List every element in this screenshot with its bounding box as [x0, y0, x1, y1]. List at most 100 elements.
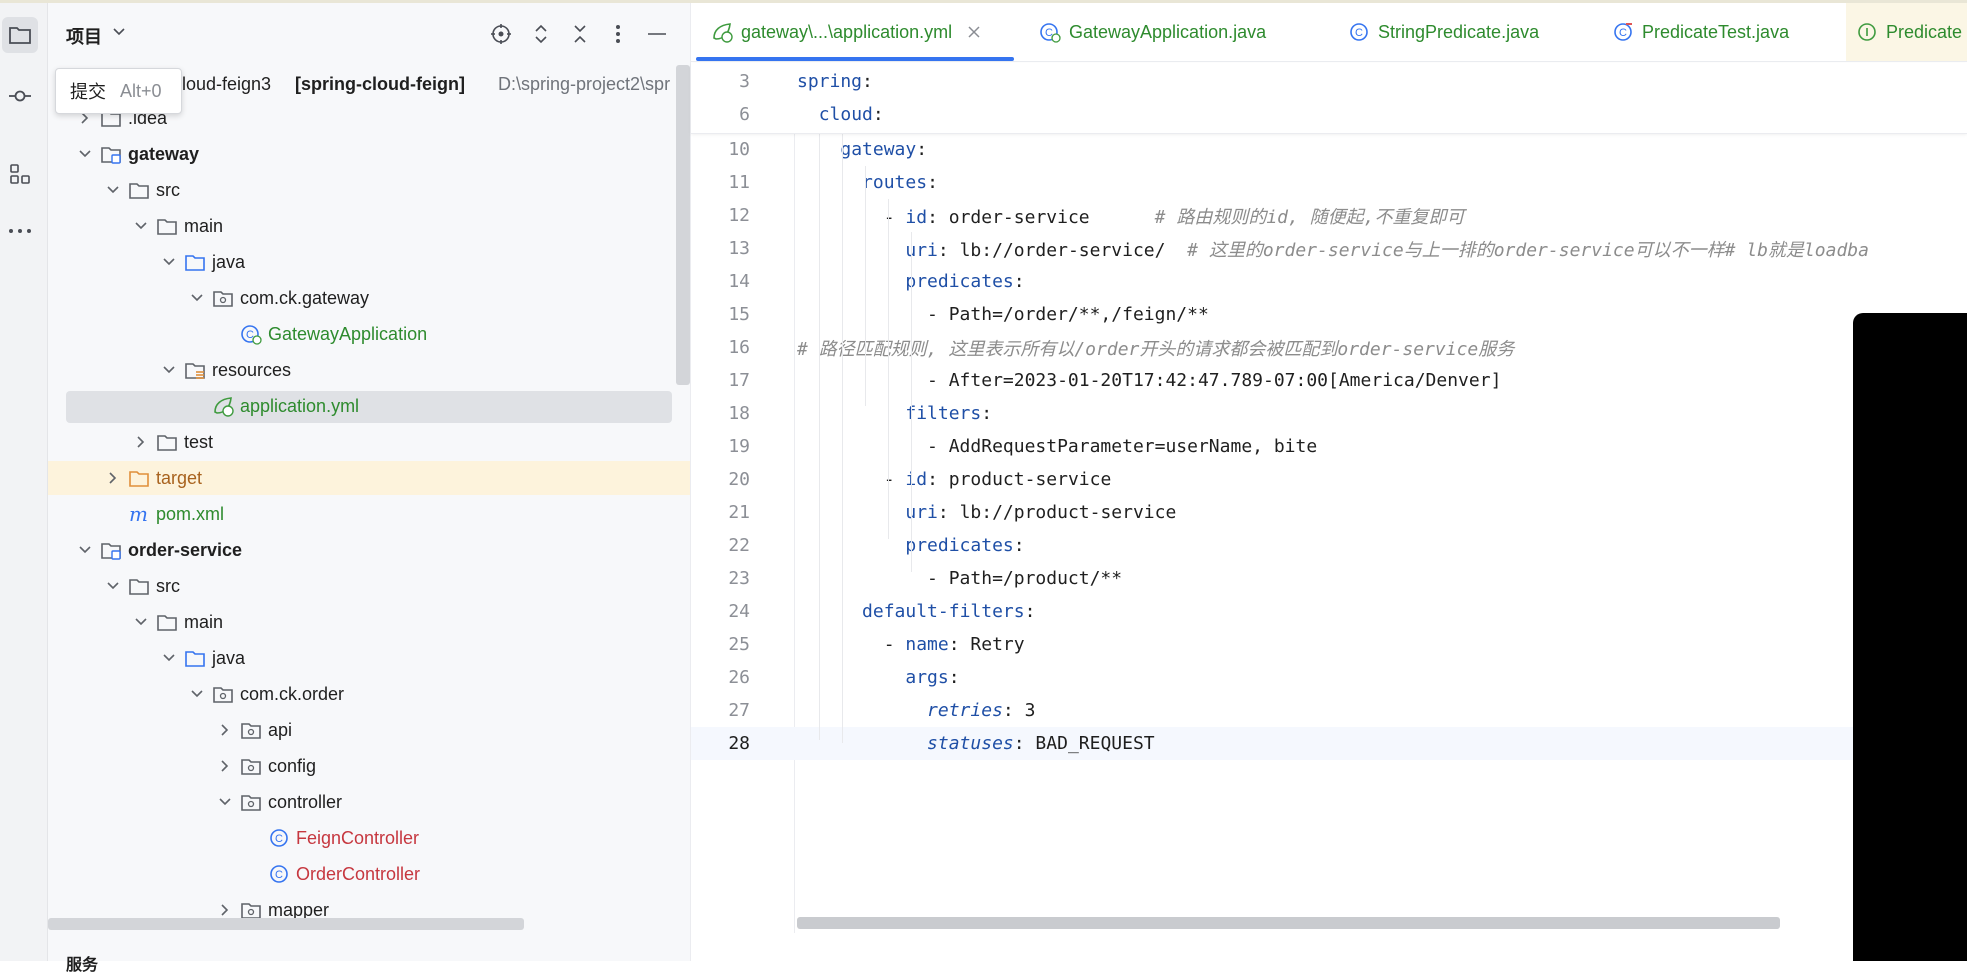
chevron-down-icon[interactable] — [134, 615, 148, 629]
tree-item-src[interactable]: src — [48, 569, 690, 603]
chevron-down-icon[interactable] — [78, 543, 92, 557]
chevron-right-icon[interactable] — [134, 435, 148, 449]
code-line[interactable]: 12 - id: order-service # 路由规则的id, 随便起,不重… — [691, 199, 1967, 232]
tree-item-package[interactable]: com.ck.order — [48, 677, 690, 711]
tree-item-java[interactable]: java — [48, 641, 690, 675]
options-button[interactable] — [606, 22, 630, 46]
yaml-key: cloud — [818, 104, 873, 125]
chevron-down-icon[interactable] — [162, 651, 176, 665]
line-number: 6 — [739, 104, 750, 125]
code-line[interactable]: 15 - Path=/order/**,/feign/** — [691, 298, 1967, 331]
code-line[interactable]: 28 statuses: BAD_REQUEST — [691, 727, 1967, 760]
tree-item-controller[interactable]: controller — [48, 785, 690, 819]
class-icon: C — [1350, 23, 1368, 41]
tree-item-label: order-service — [128, 539, 243, 560]
chevron-down-icon[interactable] — [162, 363, 176, 377]
tree-vertical-scrollbar[interactable] — [676, 65, 690, 385]
tree-item-gateway-application[interactable]: C GatewayApplication — [48, 317, 690, 351]
more-tools-button[interactable] — [2, 213, 38, 249]
code-line[interactable]: 10 gateway: — [691, 133, 1967, 166]
tree-item-order-service[interactable]: order-service — [48, 533, 690, 567]
editor-tabs: gateway\...\application.yml C GatewayApp… — [691, 3, 1967, 62]
tree-item-java[interactable]: java — [48, 245, 690, 279]
tab-gateway-application[interactable]: C GatewayApplication.java — [1039, 3, 1266, 61]
collapse-all-icon — [574, 25, 586, 43]
code-line[interactable]: 27 retries: 3 — [691, 694, 1967, 727]
chevron-right-icon[interactable] — [218, 759, 232, 773]
code-line[interactable]: 19 - AddRequestParameter=userName, bite — [691, 430, 1967, 463]
chevron-right-icon[interactable] — [106, 471, 120, 485]
tree-item-config[interactable]: config — [48, 749, 690, 783]
code-line[interactable]: 11 routes: — [691, 166, 1967, 199]
chevron-right-icon[interactable] — [218, 903, 232, 917]
excluded-folder-icon — [129, 471, 149, 487]
chevron-down-icon[interactable] — [78, 147, 92, 161]
line-number: 21 — [728, 502, 750, 523]
code-line[interactable]: 23 - Path=/product/** — [691, 562, 1967, 595]
tree-item-test[interactable]: test — [48, 425, 690, 459]
collapse-all-button[interactable] — [568, 22, 592, 46]
tab-predicate[interactable]: Predicate — [1846, 3, 1967, 61]
project-tool-button[interactable] — [2, 17, 38, 53]
tree-horizontal-scrollbar[interactable] — [48, 918, 524, 930]
sticky-line[interactable]: 3 spring: — [691, 65, 1967, 98]
chevron-down-icon[interactable] — [190, 291, 204, 305]
tab-predicate-test[interactable]: C PredicateTest.java — [1612, 3, 1789, 61]
sticky-scroll-header[interactable]: 3 spring: 6 cloud: — [691, 63, 1967, 134]
tree-item-api[interactable]: api — [48, 713, 690, 747]
tree-item-pom[interactable]: m pom.xml — [48, 497, 690, 531]
tab-string-predicate[interactable]: C StringPredicate.java — [1348, 3, 1539, 61]
services-panel-label[interactable]: 服务 — [66, 951, 98, 975]
selection-highlight — [66, 391, 672, 423]
expand-all-button[interactable] — [529, 22, 553, 46]
sticky-line[interactable]: 6 cloud: — [691, 98, 1967, 131]
code-line[interactable]: 26 args: — [691, 661, 1967, 694]
package-icon — [213, 291, 233, 307]
commit-tool-button[interactable] — [2, 78, 38, 114]
code-line[interactable]: 20 - id: product-service — [691, 463, 1967, 496]
code-line[interactable]: 21 uri: lb://product-service — [691, 496, 1967, 529]
tree-item-application-yml[interactable]: application.yml — [48, 389, 690, 423]
code-line[interactable]: 25 - name: Retry — [691, 628, 1967, 661]
code-line[interactable]: 17 - After=2023-01-20T17:42:47.789-07:00… — [691, 364, 1967, 397]
tree-item-main[interactable]: main — [48, 605, 690, 639]
tree-item-target[interactable]: target — [48, 461, 690, 495]
structure-tool-button[interactable] — [2, 156, 38, 192]
activity-bar — [0, 3, 48, 961]
code-line[interactable]: 22 predicates: — [691, 529, 1967, 562]
code-view[interactable]: 9 server-addr: 139.159.230.105:1002010 g… — [691, 63, 1967, 933]
chevron-down-icon[interactable] — [134, 219, 148, 233]
chevron-down-icon[interactable] — [106, 579, 120, 593]
tree-item-src[interactable]: src — [48, 173, 690, 207]
panel-title[interactable]: 项目 — [66, 23, 102, 49]
chevron-right-icon[interactable] — [218, 723, 232, 737]
tree-item-feign-controller[interactable]: C FeignController — [48, 821, 690, 855]
tree-item-package[interactable]: com.ck.gateway — [48, 281, 690, 315]
tree-item-label: gateway — [128, 143, 200, 164]
code-line[interactable]: 24 default-filters: — [691, 595, 1967, 628]
close-icon[interactable] — [968, 26, 980, 38]
editor-horizontal-scrollbar[interactable] — [797, 917, 1780, 929]
line-number: 23 — [728, 568, 750, 589]
line-number: 28 — [728, 733, 750, 754]
code-line[interactable]: 16 # 路径匹配规则, 这里表示所有以/order开头的请求都会被匹配到orde… — [691, 331, 1967, 364]
tree-item-order-controller[interactable]: C OrderController — [48, 857, 690, 891]
chevron-down-icon[interactable] — [190, 687, 204, 701]
tree-item-gateway[interactable]: gateway — [48, 137, 690, 171]
tab-application-yml[interactable]: gateway\...\application.yml — [711, 3, 980, 61]
spring-class-icon: C — [1040, 23, 1061, 43]
chevron-down-icon[interactable] — [218, 795, 232, 809]
tree-item-label: target — [156, 467, 203, 488]
tree-item-label: config — [268, 755, 317, 776]
tree-item-resources[interactable]: resources — [48, 353, 690, 387]
hide-panel-button[interactable] — [645, 22, 669, 46]
code-line[interactable]: 18 filters: — [691, 397, 1967, 430]
chevron-down-icon[interactable] — [162, 255, 176, 269]
locate-button[interactable] — [489, 22, 513, 46]
tree-item-main[interactable]: main — [48, 209, 690, 243]
tree-item-label: controller — [268, 791, 343, 812]
code-line[interactable]: 13 uri: lb://order-service/ # 这里的order-s… — [691, 232, 1967, 265]
chevron-down-icon[interactable] — [112, 25, 126, 39]
code-line[interactable]: 14 predicates: — [691, 265, 1967, 298]
chevron-down-icon[interactable] — [106, 183, 120, 197]
